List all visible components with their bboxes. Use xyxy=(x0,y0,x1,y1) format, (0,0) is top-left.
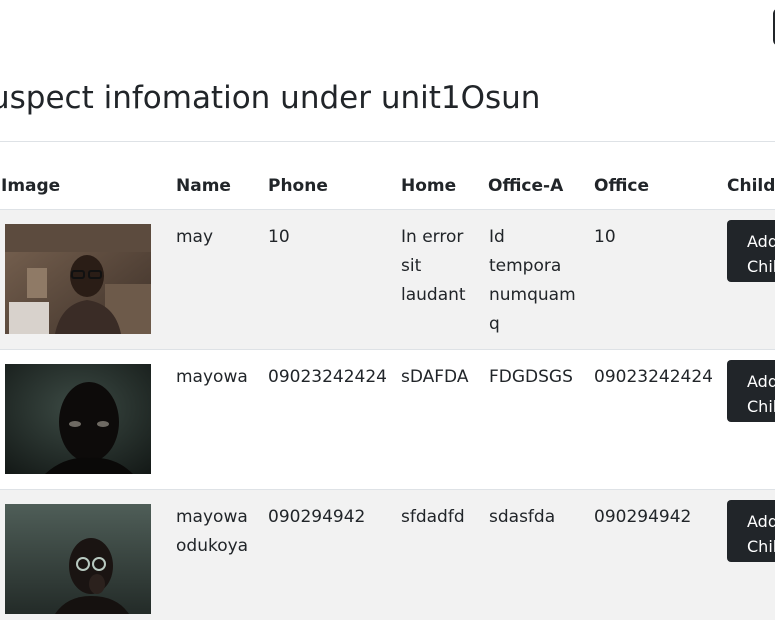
cell-phone: 090294942 xyxy=(268,507,366,527)
cell-office: 090294942 xyxy=(594,507,692,527)
page-title: uspect infomation under unit1Osun xyxy=(0,80,541,116)
column-header-phone: Phone xyxy=(268,176,328,196)
suspect-photo xyxy=(5,364,151,474)
cell-name: mayowa xyxy=(176,367,248,387)
cell-office-a: Id tempora numquam q xyxy=(489,227,576,334)
column-header-image: Image xyxy=(1,176,61,196)
suspect-photo-image xyxy=(5,224,151,334)
cell-office: 10 xyxy=(594,227,616,247)
suspect-photo xyxy=(5,504,151,614)
cell-phone: 10 xyxy=(268,227,290,247)
column-header-office: Office xyxy=(594,176,650,196)
column-header-name: Name xyxy=(176,176,231,196)
cell-home: In error sit laudant xyxy=(401,227,466,305)
suspect-photo-image xyxy=(5,364,151,474)
column-header-home: Home xyxy=(401,176,457,196)
cell-phone: 09023242424 xyxy=(268,367,387,387)
add-child-button[interactable]: Add Chil xyxy=(727,220,775,282)
column-header-office-a: Office-A xyxy=(488,176,564,196)
table-header: Image Name Phone Home Office-A Office Ch… xyxy=(0,162,775,210)
title-divider xyxy=(0,141,775,142)
cell-name: mayowa odukoya xyxy=(176,507,249,556)
cell-office-a: sdasfda xyxy=(489,507,556,527)
suspect-photo-image xyxy=(5,504,151,614)
add-child-button[interactable]: Add Chil xyxy=(727,360,775,422)
table-row: may 10 In error sit laudant Id tempora n… xyxy=(0,210,775,350)
table-row: mayowa odukoya 090294942 sfdadfd sdasfda… xyxy=(0,490,775,620)
cell-home: sDAFDA xyxy=(401,367,469,387)
cell-office: 09023242424 xyxy=(594,367,713,387)
table-row: mayowa 09023242424 sDAFDA FDGDSGS 090232… xyxy=(0,350,775,490)
cell-office-a: FDGDSGS xyxy=(489,367,573,387)
add-child-button[interactable]: Add Chil xyxy=(727,500,775,562)
cell-name: may xyxy=(176,227,214,247)
cell-home: sfdadfd xyxy=(401,507,465,527)
column-header-childe: Childe xyxy=(727,176,775,196)
suspect-photo xyxy=(5,224,151,334)
